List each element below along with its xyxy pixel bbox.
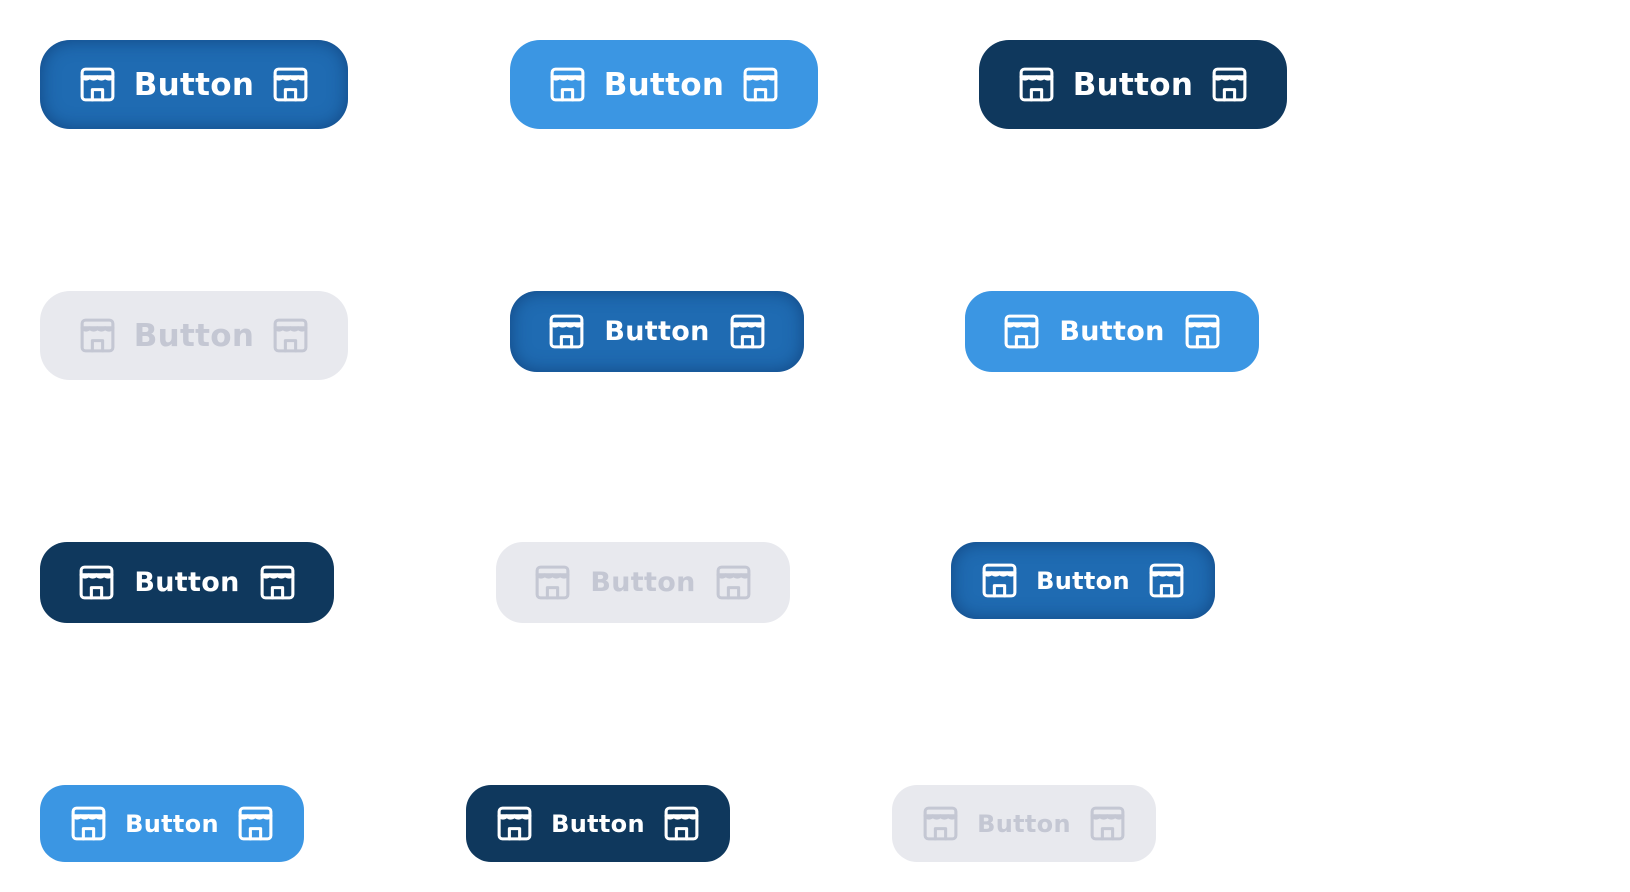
button-label: Button [133,317,255,354]
button-label: Button [590,567,696,598]
storefront-icon [76,562,117,603]
dark-button-medium[interactable]: Button [40,542,334,623]
button-label: Button [1072,66,1194,103]
disabled-button-medium: Button [496,542,790,623]
storefront-icon [1001,311,1042,352]
light-button-small[interactable]: Button [40,785,304,862]
storefront-icon [1016,64,1057,105]
storefront-icon [270,64,311,105]
storefront-icon [257,562,298,603]
light-button-medium[interactable]: Button [965,291,1259,372]
disabled-button-small: Button [892,785,1156,862]
storefront-icon [727,311,768,352]
storefront-icon [740,64,781,105]
disabled-button-large: Button [40,291,348,380]
storefront-icon [979,560,1020,601]
storefront-icon [77,64,118,105]
light-button-large[interactable]: Button [510,40,818,129]
button-label: Button [125,809,219,838]
button-label: Button [603,66,725,103]
storefront-icon [713,562,754,603]
storefront-icon [77,315,118,356]
storefront-icon [920,803,961,844]
button-label: Button [133,66,255,103]
button-label: Button [1059,316,1165,347]
storefront-icon [661,803,702,844]
storefront-icon [235,803,276,844]
storefront-icon [1182,311,1223,352]
dark-button-large[interactable]: Button [979,40,1287,129]
storefront-icon [1146,560,1187,601]
button-label: Button [134,567,240,598]
storefront-icon [547,64,588,105]
button-label: Button [1036,566,1130,595]
storefront-icon [68,803,109,844]
button-label: Button [604,316,710,347]
storefront-icon [532,562,573,603]
primary-button-large[interactable]: Button [40,40,348,129]
storefront-icon [494,803,535,844]
storefront-icon [1087,803,1128,844]
storefront-icon [546,311,587,352]
primary-button-small[interactable]: Button [951,542,1215,619]
primary-button-medium[interactable]: Button [510,291,804,372]
storefront-icon [270,315,311,356]
storefront-icon [1209,64,1250,105]
button-label: Button [977,809,1071,838]
dark-button-small[interactable]: Button [466,785,730,862]
button-label: Button [551,809,645,838]
